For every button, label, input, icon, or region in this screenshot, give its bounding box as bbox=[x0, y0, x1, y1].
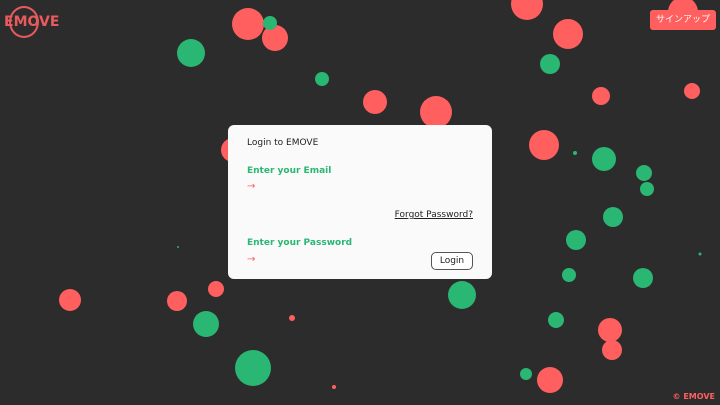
forgot-password-link[interactable]: Forgot Password? bbox=[395, 210, 473, 220]
copyright-text: © EMOVE bbox=[672, 392, 715, 401]
bubble-red bbox=[602, 340, 622, 360]
bubble-green bbox=[235, 350, 271, 386]
bubble-green bbox=[698, 252, 702, 256]
bubble-red bbox=[59, 289, 81, 311]
password-arrow-icon: → bbox=[247, 254, 256, 265]
bubble-green bbox=[573, 151, 577, 155]
bubble-red bbox=[598, 318, 622, 342]
bubble-red bbox=[684, 83, 700, 99]
bubble-green bbox=[315, 72, 329, 86]
bubble-green bbox=[636, 165, 652, 181]
bubble-red bbox=[262, 25, 288, 51]
bubble-green bbox=[193, 311, 219, 337]
bubble-green bbox=[640, 182, 654, 196]
password-label: Enter your Password bbox=[247, 238, 353, 248]
bubble-green bbox=[548, 312, 564, 328]
email-field[interactable] bbox=[262, 180, 452, 194]
bubble-red bbox=[232, 8, 264, 40]
bubble-red bbox=[363, 90, 387, 114]
bubble-red bbox=[420, 96, 452, 128]
bubble-green bbox=[520, 368, 532, 380]
bubble-red bbox=[289, 315, 295, 321]
bubble-green bbox=[562, 268, 576, 282]
bubble-green bbox=[566, 230, 586, 250]
login-title: Login to EMOVE bbox=[247, 138, 319, 148]
bubble-red bbox=[529, 130, 559, 160]
bubble-red bbox=[537, 367, 563, 393]
login-panel: Login to EMOVE Enter your Email → Forgot… bbox=[228, 125, 492, 279]
bubble-green bbox=[540, 54, 560, 74]
bubble-red bbox=[553, 19, 583, 49]
bubble-green bbox=[177, 246, 179, 248]
emove-logo[interactable]: EMOVE bbox=[4, 6, 60, 40]
email-label: Enter your Email bbox=[247, 166, 332, 176]
email-arrow-icon: → bbox=[247, 181, 256, 192]
password-field[interactable] bbox=[262, 253, 422, 267]
bubble-red bbox=[208, 281, 224, 297]
bubble-red bbox=[511, 0, 543, 20]
bubble-green bbox=[263, 16, 277, 30]
bubble-red bbox=[332, 385, 336, 389]
bubble-green bbox=[592, 147, 616, 171]
bubble-green bbox=[633, 268, 653, 288]
signup-button[interactable]: サインアップ bbox=[650, 10, 716, 30]
bubble-red bbox=[167, 291, 187, 311]
bubble-red bbox=[592, 87, 610, 105]
bubble-green bbox=[603, 207, 623, 227]
bubble-green bbox=[177, 39, 205, 67]
bubble-green bbox=[448, 281, 476, 309]
logo-text: EMOVE bbox=[4, 14, 60, 30]
login-button[interactable]: Login bbox=[431, 252, 473, 270]
